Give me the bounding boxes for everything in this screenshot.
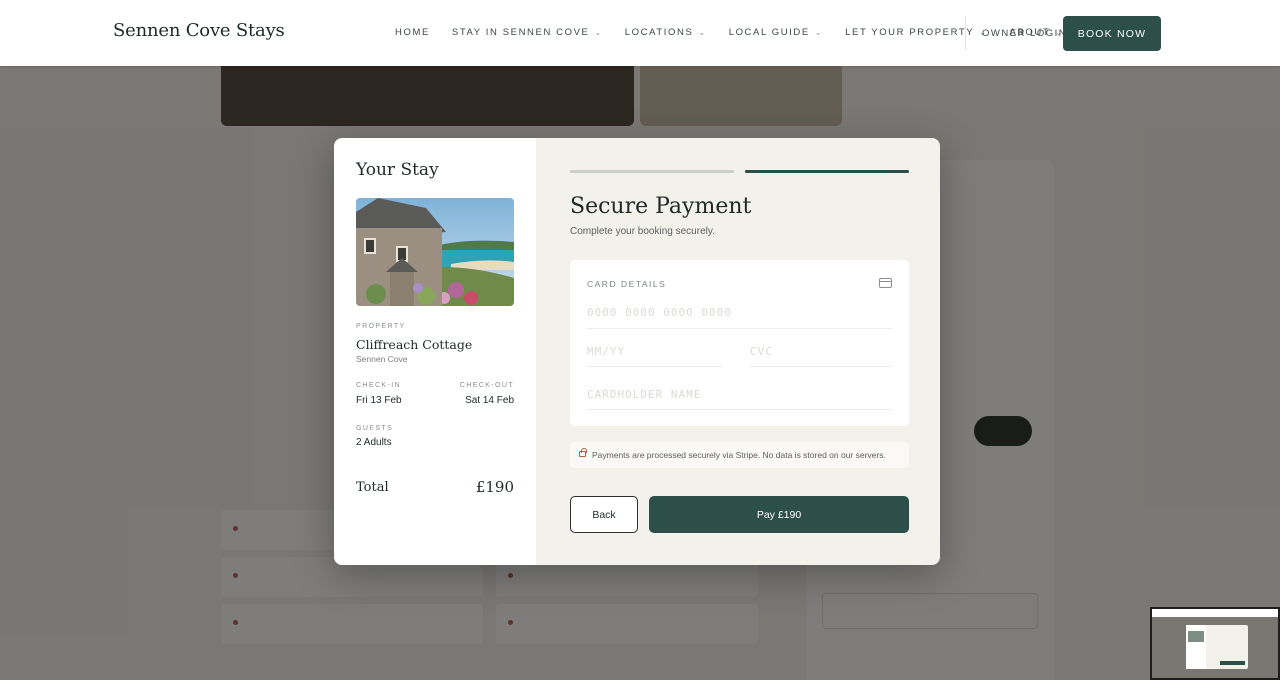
payment-title: Secure Payment [570,194,752,219]
chevron-down-icon: ⌄ [594,28,603,37]
nav-local-guide[interactable]: LOCAL GUIDE ⌄ [729,27,823,38]
nav-label: STAY IN SENNEN COVE [451,27,590,38]
secure-payment-note: Payments are processed securely via Stri… [570,442,909,468]
credit-card-icon [879,278,892,288]
total-value: £190 [475,478,514,496]
total-label: Total [356,480,389,495]
property-location: Sennen Cove [356,354,408,364]
nav-label: LOCATIONS [624,27,694,38]
progress-step-2-active [745,170,909,173]
field-underline [587,328,892,329]
property-name: Cliffreach Cottage [356,337,473,352]
card-number-input[interactable]: 0000 0000 0000 0000 [587,306,732,319]
property-label: PROPERTY [356,323,406,330]
checkin-value: Fri 13 Feb [356,395,402,406]
field-underline [587,366,722,367]
site-header: Sennen Cove Stays HOME STAY IN SENNEN CO… [0,0,1280,66]
field-underline [587,409,892,410]
guests-label: GUESTS [356,425,394,432]
nav-label: LET YOUR PROPERTY [845,27,975,38]
checkout-label: CHECK-OUT [459,382,514,389]
thumbnail-photo [1188,631,1204,642]
nav-locations[interactable]: LOCATIONS ⌄ [625,27,707,38]
card-details-form: CARD DETAILS 0000 0000 0000 0000 MM/YY C… [570,260,909,426]
progress-step-1 [570,170,734,173]
nav-home[interactable]: HOME [395,27,430,38]
checkin-label: CHECK-IN [356,382,402,389]
header-divider [965,16,966,50]
booking-modal: Your Stay PROPERTY Cliffreach Cottage Se… [334,138,940,565]
nav-label: LOCAL GUIDE [728,27,810,38]
nav-stay-in-sennen-cove[interactable]: STAY IN SENNEN COVE ⌄ [452,27,603,38]
payment-panel: × Secure Payment Complete your booking s… [536,138,940,565]
lock-icon [579,448,587,457]
chevron-down-icon: ⌄ [698,28,707,37]
nav-label: HOME [395,27,430,38]
page-thumbnail-preview[interactable] [1150,607,1280,680]
back-button[interactable]: Back [570,496,638,533]
brand-logo[interactable]: Sennen Cove Stays [113,20,285,41]
cvc-input[interactable]: CVC [750,345,773,358]
guests-value: 2 Adults [356,437,392,448]
card-details-label: CARD DETAILS [587,279,667,289]
field-underline [750,366,892,367]
cardholder-name-input[interactable]: CARDHOLDER NAME [587,388,701,401]
thumbnail-modal [1186,625,1248,669]
book-now-button[interactable]: BOOK NOW [1063,16,1161,51]
expiry-input[interactable]: MM/YY [587,345,625,358]
stay-summary-title: Your Stay [356,160,439,180]
pay-button[interactable]: Pay £190 [649,496,909,533]
owner-login-link[interactable]: OWNER LOGIN [982,28,1067,39]
stay-summary-panel: Your Stay PROPERTY Cliffreach Cottage Se… [334,138,536,565]
cottage-coast-image [356,198,514,306]
chevron-down-icon: ⌄ [814,28,824,37]
payment-subtitle: Complete your booking securely. [570,226,715,237]
property-photo [356,198,514,306]
nav-let-your-property[interactable]: LET YOUR PROPERTY ⌄ [845,27,987,38]
checkout-value: Sat 14 Feb [465,395,514,406]
secure-note-text: Payments are processed securely via Stri… [592,450,886,460]
thumbnail-pay-button [1220,661,1245,665]
